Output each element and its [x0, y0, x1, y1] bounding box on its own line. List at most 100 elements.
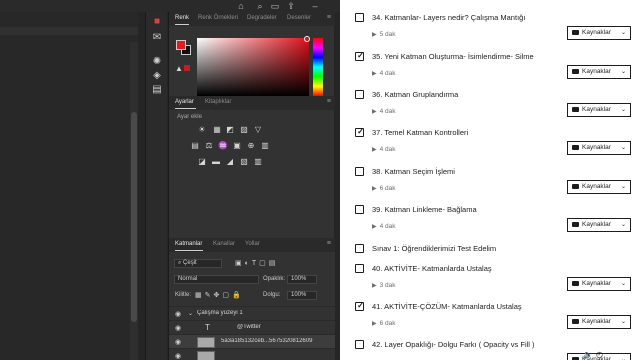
tab-patterns[interactable]: Desenler [287, 15, 311, 21]
lecture-title[interactable]: 37. Temel Katman Kontrolleri [372, 128, 468, 137]
canvas-area[interactable] [0, 12, 138, 360]
web-safe-swatch[interactable] [184, 65, 190, 71]
eye-icon[interactable]: ◉ [175, 324, 181, 332]
tab-adjustments[interactable]: Ayarlar [175, 99, 194, 105]
lecture-checkbox[interactable] [355, 13, 364, 22]
layer-row-image[interactable]: ◉ 5a3a185132ceb...5675320812609 [169, 334, 335, 348]
lecture-item[interactable]: ✓ 41. AKTİVİTE-ÇÖZÜM- Katmanlarda Ustalaş… [340, 298, 640, 336]
gradient-map-icon[interactable]: ▧ [239, 157, 249, 166]
home-icon[interactable]: ⌂ [236, 1, 246, 11]
foreground-color-swatch[interactable] [176, 40, 186, 50]
levels-icon[interactable]: ▦ [212, 125, 222, 134]
color-picker-marker[interactable] [304, 36, 310, 42]
lecture-item[interactable]: 40. AKTİVİTE- Katmanlarda Ustalaş ▶ 3 dak K… [340, 260, 640, 298]
fill-field[interactable]: 100% [287, 291, 317, 300]
lecture-title[interactable]: 38. Katman Seçim İşlemi [372, 167, 455, 176]
lecture-checkbox[interactable]: ✓ [355, 51, 364, 61]
lecture-checkbox[interactable] [355, 167, 364, 176]
lecture-item[interactable]: ✓ 35. Yeni Katman Oluşturma- İsimlendirme… [340, 48, 640, 86]
vibrance-icon[interactable]: ▽ [253, 125, 263, 134]
tab-gradients[interactable]: Degradeler [247, 15, 277, 21]
lecture-checkbox[interactable]: ✓ [355, 301, 364, 311]
panel-menu-icon[interactable]: ≡ [327, 98, 331, 105]
eye-icon[interactable]: ◉ [175, 310, 181, 318]
tab-layers[interactable]: Katmanlar [175, 241, 202, 247]
eye-icon[interactable]: ◉ [175, 338, 181, 346]
lecture-item[interactable]: 36. Katman Gruplandırma ▶ 4 dak Kaynaklar ⌄ [340, 86, 640, 124]
resources-button[interactable]: Kaynaklar ⌄ [567, 315, 631, 329]
tab-color[interactable]: Renk [175, 15, 189, 21]
lecture-checkbox[interactable]: ✓ [355, 127, 364, 137]
layer-filter-icons[interactable]: ▣◐T▢▤ [235, 259, 278, 267]
hue-saturation-icon[interactable]: ▤ [190, 141, 200, 150]
color-lookup-icon[interactable]: ▥ [260, 141, 270, 150]
lecture-checkbox[interactable] [355, 340, 364, 349]
lecture-title[interactable]: 40. AKTİVİTE- Katmanlarda Ustalaş [372, 264, 492, 273]
resources-button[interactable]: Kaynaklar ⌄ [567, 65, 631, 79]
share-icon[interactable]: ⇪ [286, 1, 296, 11]
lecture-title[interactable]: Sınav 1: Öğrendiklerimizi Test Edelim [372, 244, 496, 253]
lecture-item[interactable]: ✓ 37. Temel Katman Kontrolleri ▶ 4 dak Kayna… [340, 124, 640, 162]
resources-button[interactable]: Kaynaklar ⌄ [567, 277, 631, 291]
opacity-field[interactable]: 100% [287, 275, 317, 284]
lecture-title[interactable]: 36. Katman Gruplandırma [372, 90, 458, 99]
lecture-item[interactable]: 34. Katmanlar- Layers nedir? Çalışma Man… [340, 9, 640, 47]
panel-menu-icon[interactable]: ≡ [327, 14, 331, 21]
lecture-item[interactable]: 39. Katman Linkleme- Bağlama ▶ 4 dak Kaynak… [340, 201, 640, 239]
lecture-title[interactable]: 35. Yeni Katman Oluşturma- İsimlendirme-… [372, 52, 534, 61]
minimize-icon[interactable]: – [310, 1, 320, 11]
vertical-scrollbar[interactable] [130, 42, 138, 360]
threshold-icon[interactable]: ◢ [225, 157, 235, 166]
selective-color-icon[interactable]: ▥ [253, 157, 263, 166]
photo-filter-icon[interactable]: ▣ [232, 141, 242, 150]
search-icon[interactable]: ⌕ [255, 1, 265, 11]
volume-icon[interactable]: 🔈 [583, 350, 593, 359]
layer-row-text[interactable]: ◉ T @Twitter [169, 320, 335, 334]
panel-menu-icon[interactable]: ≡ [327, 240, 331, 247]
posterize-icon[interactable]: ▬ [211, 157, 221, 166]
resources-button[interactable]: Kaynaklar ⌄ [567, 218, 631, 232]
layer-row-image[interactable]: ◉ [169, 348, 335, 360]
scrollbar-thumb[interactable] [131, 112, 137, 322]
resources-button[interactable]: Kaynaklar ⌄ [567, 26, 631, 40]
curves-icon[interactable]: ◩ [225, 125, 235, 134]
color-swatch-icon[interactable]: ■ [151, 16, 163, 28]
saturation-value-field[interactable] [197, 38, 309, 96]
tab-channels[interactable]: Kanallar [213, 241, 235, 247]
channels-icon[interactable]: ▤ [151, 84, 163, 96]
resources-button[interactable]: Kaynaklar ⌄ [567, 180, 631, 194]
color-balance-icon[interactable]: ⚖ [204, 141, 214, 150]
brightness-icon[interactable]: ☀ [197, 125, 207, 134]
layer-row-group[interactable]: ◉ ⌄ Çalışma yüzeyi 1 [169, 306, 335, 320]
clock-icon[interactable]: ◴ [596, 350, 603, 359]
blend-mode-dropdown[interactable]: Normal [174, 275, 259, 284]
invert-icon[interactable]: ◪ [197, 157, 207, 166]
resources-button[interactable]: Kaynaklar ⌄ [567, 103, 631, 117]
hue-slider[interactable] [313, 38, 323, 96]
lock-icons[interactable]: ▦✎✥▢🔒 [195, 291, 244, 299]
tab-swatches[interactable]: Renk Örnekleri [198, 15, 238, 21]
exposure-icon[interactable]: ▨ [239, 125, 249, 134]
adjustments-icon[interactable]: ✺ [151, 56, 163, 68]
lecture-title[interactable]: 41. AKTİVİTE-ÇÖZÜM- Katmanlarda Ustalaş [372, 302, 522, 311]
black-white-icon[interactable]: ♒ [218, 141, 228, 150]
lecture-checkbox[interactable] [355, 205, 364, 214]
lecture-checkbox[interactable] [355, 264, 364, 273]
chevron-down-icon[interactable]: ⌄ [188, 310, 193, 317]
lecture-title[interactable]: 42. Layer Opaklığı- Dolgu Farkı ( Opacit… [372, 340, 535, 349]
comment-icon[interactable]: ✉ [151, 32, 163, 44]
lecture-title[interactable]: 34. Katmanlar- Layers nedir? Çalışma Man… [372, 13, 525, 22]
lecture-checkbox[interactable] [355, 244, 364, 253]
lecture-item[interactable]: 38. Katman Seçim İşlemi ▶ 6 dak Kaynaklar ⌄ [340, 163, 640, 201]
lecture-title[interactable]: 39. Katman Linkleme- Bağlama [372, 205, 477, 214]
gamut-warning-icon[interactable]: ▲ [175, 64, 183, 73]
layers-icon[interactable]: ◈ [151, 70, 163, 82]
lecture-checkbox[interactable] [355, 90, 364, 99]
lecture-item[interactable]: 42. Layer Opaklığı- Dolgu Farkı ( Opacit… [340, 336, 640, 360]
channel-mixer-icon[interactable]: ⊕ [246, 141, 256, 150]
resources-button[interactable]: Kaynaklar ⌄ [567, 141, 631, 155]
layer-filter-dropdown[interactable]: ⌕ Çeşit [174, 259, 222, 268]
tab-paths[interactable]: Yollar [245, 241, 260, 247]
tab-libraries[interactable]: Kitaplıklar [205, 99, 231, 105]
workspace-icon[interactable]: ▭ [270, 1, 280, 11]
